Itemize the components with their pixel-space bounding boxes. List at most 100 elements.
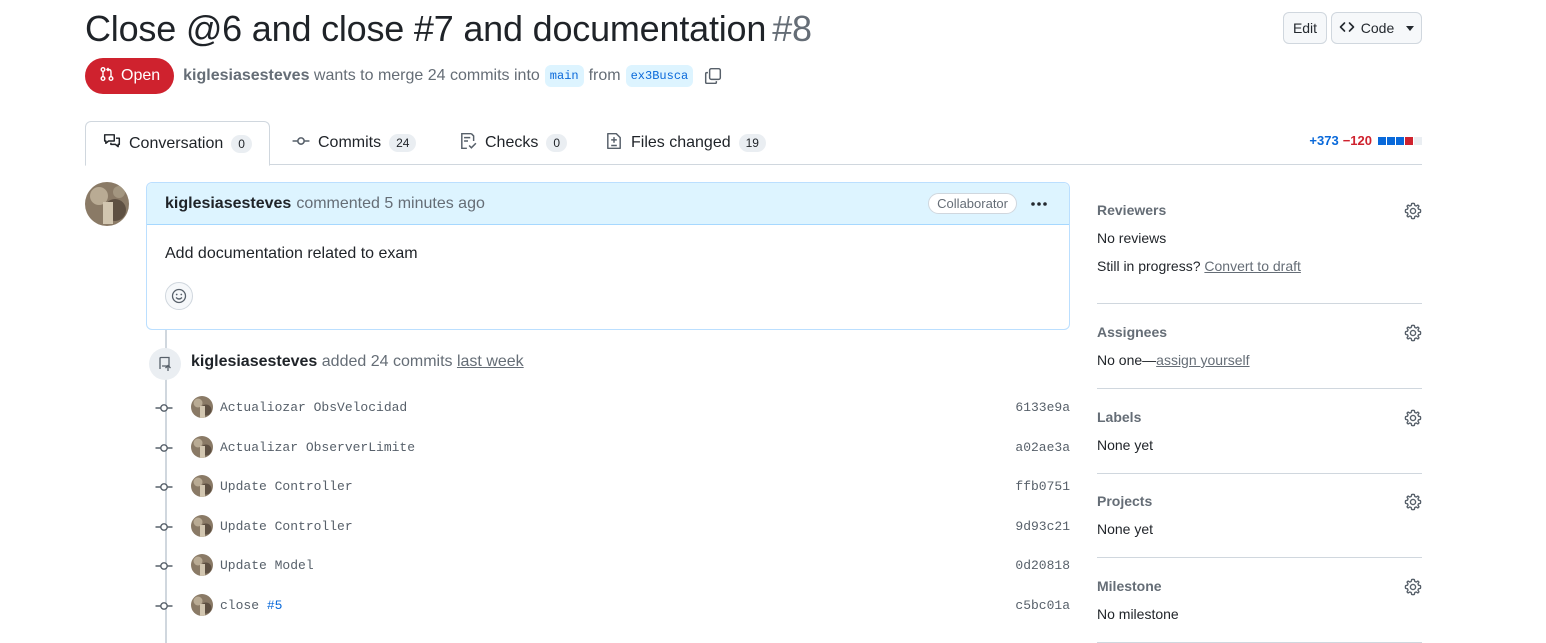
commit-message[interactable]: Actualizar ObserverLimite [220, 440, 415, 455]
commit-row: Update Model 0d20818 [150, 554, 1070, 578]
status-label: Open [121, 67, 161, 84]
commit-message[interactable]: Update Model [220, 558, 314, 573]
chevron-down-icon [1406, 25, 1415, 31]
sidebar-divider [1097, 388, 1422, 389]
commit-sha[interactable]: 9d93c21 [1015, 519, 1070, 534]
push-event: kiglesiasesteves added 24 commits last w… [191, 353, 524, 371]
avatar[interactable] [191, 475, 213, 497]
gear-icon[interactable] [1404, 324, 1422, 347]
sidebar-value: No reviews [1097, 230, 1167, 246]
sidebar-title[interactable]: Projects [1097, 493, 1422, 509]
status-badge: Open [85, 58, 175, 94]
sidebar-title[interactable]: Assignees [1097, 324, 1422, 340]
sidebar-projects: Projects None yet [1097, 493, 1422, 537]
commit-message-text[interactable]: Update Controller [220, 519, 353, 534]
sidebar-title[interactable]: Reviewers [1097, 202, 1422, 218]
gear-icon[interactable] [1404, 202, 1422, 225]
diffstat-block [1405, 136, 1413, 145]
tab-label: Files changed [631, 134, 731, 151]
commit-message-text[interactable]: Update Controller [220, 479, 353, 494]
pr-state-row: Open kiglesiasesteves wants to merge 24 … [85, 58, 722, 94]
gear-icon[interactable] [1404, 493, 1422, 516]
head-branch[interactable]: ex3Busca [625, 65, 694, 87]
git-commit-icon [155, 520, 173, 539]
sidebar-title[interactable]: Labels [1097, 409, 1422, 425]
tab-files-changed[interactable]: Files changed 19 [588, 121, 783, 165]
tab-conversation[interactable]: Conversation 0 [85, 121, 270, 166]
comment-body: Add documentation related to exam [165, 245, 418, 262]
commit-row: Update Controller ffb0751 [150, 475, 1070, 499]
avatar[interactable] [191, 436, 213, 458]
push-author[interactable]: kiglesiasesteves [191, 353, 317, 370]
repo-push-icon [149, 348, 181, 380]
gear-icon[interactable] [1404, 409, 1422, 432]
commit-message-text[interactable]: Update Model [220, 558, 314, 573]
commit-sha[interactable]: a02ae3a [1015, 440, 1070, 455]
sidebar-value: None yet [1097, 437, 1154, 453]
merge-description: kiglesiasesteves wants to merge 24 commi… [183, 65, 722, 87]
avatar[interactable] [191, 554, 213, 576]
commit-message[interactable]: Update Controller [220, 519, 353, 534]
edit-button-label: Edit [1292, 20, 1318, 36]
pr-description-comment: kiglesiasesteves commented 5 minutes ago… [146, 182, 1070, 330]
code-button[interactable]: Code [1331, 12, 1422, 44]
commit-message-text[interactable]: close [220, 598, 267, 613]
code-button-label: Code [1360, 20, 1395, 36]
pr-author-link[interactable]: kiglesiasesteves [183, 67, 309, 85]
pr-title: Close @6 and close #7 and documentation #… [85, 8, 812, 50]
commit-sha[interactable]: ffb0751 [1015, 479, 1070, 494]
draft-prompt-text: Still in progress? [1097, 258, 1201, 274]
code-icon [1339, 19, 1355, 38]
pr-tabs: Conversation 0 Commits 24 Checks 0 Files… [85, 121, 1422, 166]
commit-message-text[interactable]: Actualiozar ObsVelocidad [220, 400, 407, 415]
avatar[interactable] [85, 182, 129, 226]
git-commit-icon [155, 599, 173, 618]
commit-message-text[interactable]: Actualizar ObserverLimite [220, 440, 415, 455]
comment-author[interactable]: kiglesiasesteves [165, 195, 291, 213]
assign-yourself-link[interactable]: assign yourself [1156, 352, 1249, 368]
push-description: added 24 commits [321, 353, 453, 370]
copy-icon[interactable] [704, 67, 722, 85]
gear-icon[interactable] [1404, 578, 1422, 601]
convert-to-draft-link[interactable]: Convert to draft [1204, 258, 1301, 274]
avatar[interactable] [191, 396, 213, 418]
diffstat-additions: +373 [1309, 133, 1339, 148]
kebab-horizontal-icon[interactable] [1029, 194, 1049, 218]
sidebar-divider [1097, 557, 1422, 558]
git-commit-icon [155, 559, 173, 578]
tab-label: Commits [318, 134, 382, 151]
issue-link[interactable]: #5 [267, 598, 283, 613]
base-branch[interactable]: main [544, 65, 584, 87]
comment-timestamp[interactable]: commented 5 minutes ago [296, 195, 485, 213]
commit-sha[interactable]: 6133e9a [1015, 400, 1070, 415]
pull-request-icon [99, 66, 115, 87]
comment-header: kiglesiasesteves commented 5 minutes ago… [147, 183, 1069, 225]
sidebar-value: No milestone [1097, 606, 1179, 622]
commit-message[interactable]: close #5 [220, 598, 282, 613]
avatar[interactable] [191, 515, 213, 537]
commit-row: Actualizar ObserverLimite a02ae3a [150, 436, 1070, 460]
diffstat-block [1378, 136, 1386, 145]
smiley-icon[interactable] [165, 282, 193, 310]
commit-message[interactable]: Actualiozar ObsVelocidad [220, 400, 407, 415]
commit-row: Actualiozar ObsVelocidad 6133e9a [150, 396, 1070, 420]
tab-counter: 0 [546, 134, 568, 152]
assignees-value: No one— [1097, 352, 1157, 368]
push-timestamp[interactable]: last week [457, 353, 524, 370]
commit-sha[interactable]: 0d20818 [1015, 558, 1070, 573]
sidebar-reviewers: Reviewers No reviews Still in progress? … [1097, 202, 1422, 274]
sidebar-value: None yet [1097, 521, 1154, 537]
git-commit-icon [155, 441, 173, 460]
comment-discussion-icon [103, 132, 121, 155]
commit-sha[interactable]: c5bc01a [1015, 598, 1070, 613]
diffstat-deletions: −120 [1342, 133, 1372, 148]
tab-commits[interactable]: Commits 24 [275, 121, 433, 165]
tab-checks[interactable]: Checks 0 [442, 121, 584, 165]
edit-button[interactable]: Edit [1283, 12, 1327, 44]
tab-label: Conversation [129, 134, 224, 152]
diffstat-block [1414, 136, 1422, 145]
sidebar-title[interactable]: Milestone [1097, 578, 1422, 594]
avatar[interactable] [191, 594, 213, 616]
sidebar-assignees: Assignees No one—assign yourself [1097, 324, 1422, 368]
commit-message[interactable]: Update Controller [220, 479, 353, 494]
